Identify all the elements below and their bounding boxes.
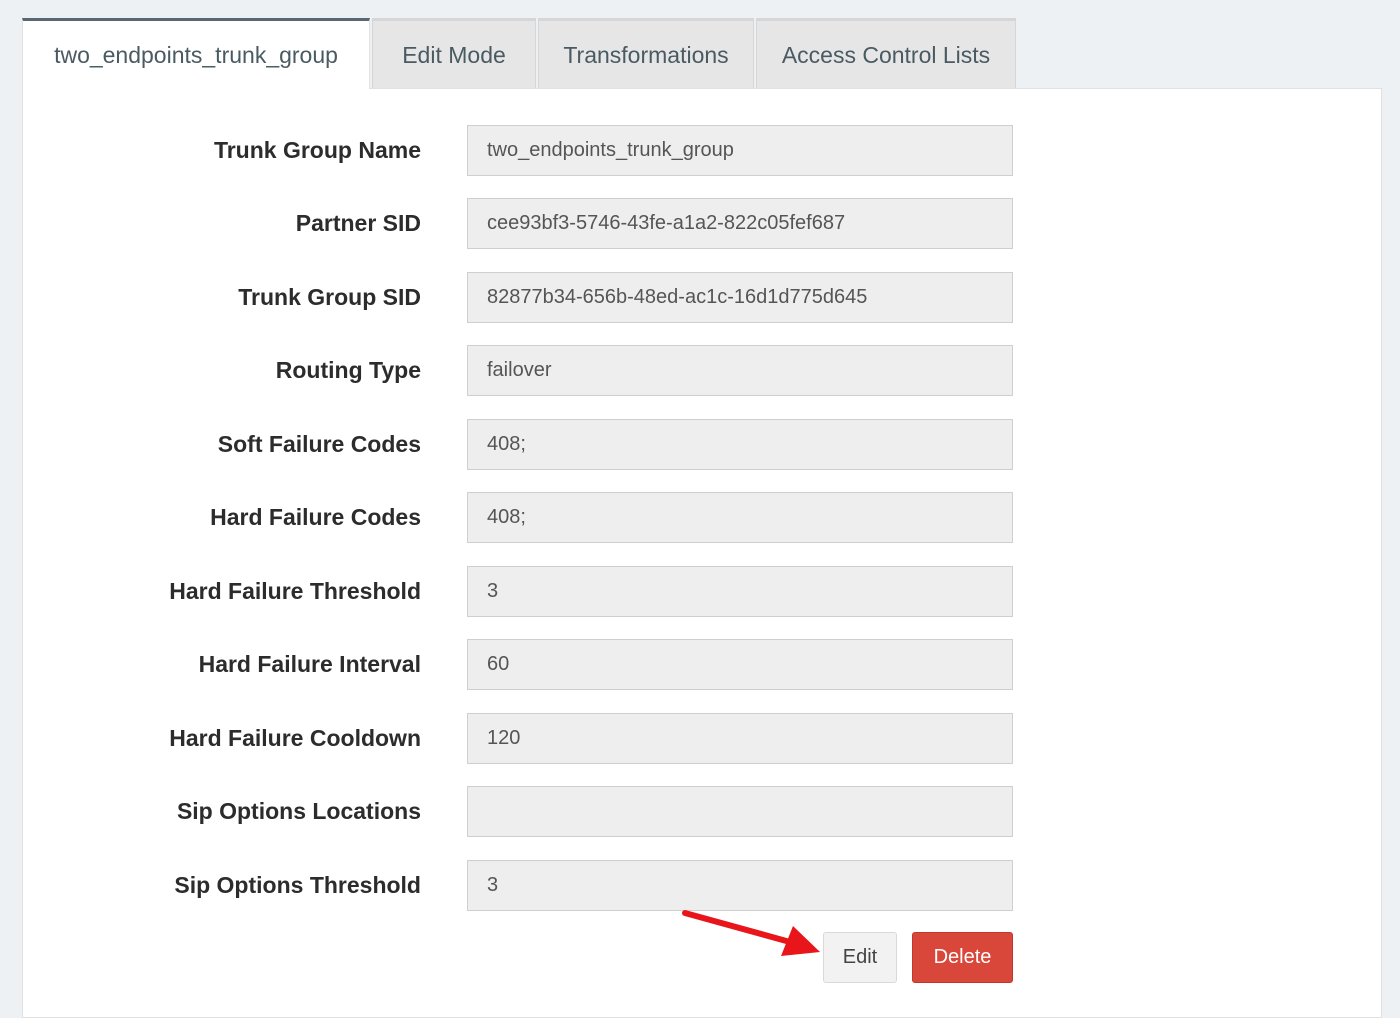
field-row-hard-failure-interval: Hard Failure Interval 60	[23, 639, 1383, 690]
field-label: Trunk Group SID	[238, 284, 421, 310]
field-row-sip-options-threshold: Sip Options Threshold 3	[23, 860, 1383, 911]
tab-bar: two_endpoints_trunk_group Edit Mode Tran…	[22, 18, 1018, 89]
field-row-sip-options-locations: Sip Options Locations	[23, 786, 1383, 837]
field-value-sip-options-locations	[467, 786, 1013, 837]
field-value-trunk-group-sid: 82877b34-656b-48ed-ac1c-16d1d775d645	[467, 272, 1013, 323]
field-label: Hard Failure Cooldown	[169, 725, 421, 751]
field-row-trunk-group-name: Trunk Group Name two_endpoints_trunk_gro…	[23, 125, 1383, 176]
field-label: Hard Failure Interval	[198, 651, 421, 677]
field-value-sip-options-threshold: 3	[467, 860, 1013, 911]
field-label: Sip Options Threshold	[174, 872, 421, 898]
edit-button[interactable]: Edit	[823, 932, 897, 983]
field-label: Sip Options Locations	[176, 798, 421, 824]
field-row-hard-failure-codes: Hard Failure Codes 408;	[23, 492, 1383, 543]
tab-trunk-group[interactable]: two_endpoints_trunk_group	[22, 18, 370, 89]
field-label: Trunk Group Name	[213, 137, 421, 163]
delete-button[interactable]: Delete	[912, 932, 1013, 983]
field-value-hard-failure-threshold: 3	[467, 566, 1013, 617]
field-label: Soft Failure Codes	[217, 431, 421, 457]
field-value-trunk-group-name: two_endpoints_trunk_group	[467, 125, 1013, 176]
field-value-soft-failure-codes: 408;	[467, 419, 1013, 470]
field-row-partner-sid: Partner SID cee93bf3-5746-43fe-a1a2-822c…	[23, 198, 1383, 249]
field-row-routing-type: Routing Type failover	[23, 345, 1383, 396]
field-label: Routing Type	[275, 357, 421, 383]
tab-edit-mode[interactable]: Edit Mode	[372, 18, 536, 89]
field-value-routing-type: failover	[467, 345, 1013, 396]
field-value-hard-failure-cooldown: 120	[467, 713, 1013, 764]
field-row-soft-failure-codes: Soft Failure Codes 408;	[23, 419, 1383, 470]
tab-access-control-lists[interactable]: Access Control Lists	[756, 18, 1016, 89]
field-label: Partner SID	[295, 210, 421, 236]
field-row-trunk-group-sid: Trunk Group SID 82877b34-656b-48ed-ac1c-…	[23, 272, 1383, 323]
field-value-hard-failure-codes: 408;	[467, 492, 1013, 543]
field-value-hard-failure-interval: 60	[467, 639, 1013, 690]
field-label: Hard Failure Codes	[210, 504, 421, 530]
trunk-group-details-panel: Trunk Group Name two_endpoints_trunk_gro…	[22, 88, 1382, 1018]
field-label: Hard Failure Threshold	[169, 578, 421, 604]
tab-transformations[interactable]: Transformations	[538, 18, 754, 89]
field-value-partner-sid: cee93bf3-5746-43fe-a1a2-822c05fef687	[467, 198, 1013, 249]
field-row-hard-failure-cooldown: Hard Failure Cooldown 120	[23, 713, 1383, 764]
field-row-hard-failure-threshold: Hard Failure Threshold 3	[23, 566, 1383, 617]
